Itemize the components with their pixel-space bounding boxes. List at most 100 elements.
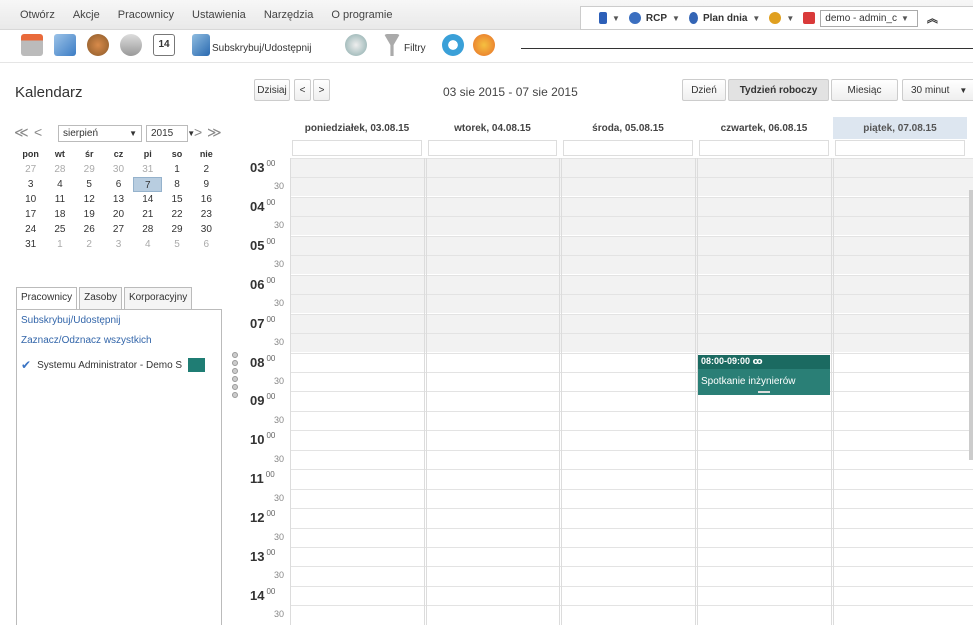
day-cell[interactable]: 7 [133,177,163,192]
time-slot[interactable] [290,391,973,411]
day-cell[interactable]: 4 [133,237,162,252]
time-slot[interactable] [290,216,973,236]
day-cell[interactable]: 12 [75,192,104,207]
day-cell[interactable]: 30 [104,162,133,177]
day-cell[interactable]: 6 [192,237,221,252]
day-cell[interactable]: 3 [104,237,133,252]
day-cell[interactable]: 8 [162,177,191,192]
time-slot[interactable] [290,371,973,391]
day-header[interactable]: czwartek, 06.08.15 [697,117,831,139]
day-cell[interactable]: 27 [104,222,133,237]
collapse-icon[interactable]: ︽ [927,10,938,26]
time-slot[interactable] [290,430,973,450]
day-cell[interactable]: 17 [16,207,45,222]
export-icon[interactable] [473,34,495,56]
time-slot[interactable] [290,547,973,566]
menu-item[interactable]: Akcje [73,9,100,21]
time-slot[interactable] [290,527,973,547]
day-cell[interactable]: 10 [16,192,45,207]
day-cell[interactable]: 14 [133,192,162,207]
users-icon[interactable] [87,34,109,56]
time-slot[interactable] [290,333,973,353]
menu-item[interactable]: Ustawienia [192,9,246,21]
all-day-cell[interactable] [428,140,557,156]
day-cell[interactable]: 4 [45,177,74,192]
filter-icon[interactable] [384,34,400,56]
time-slot[interactable] [290,585,973,605]
view-day-button[interactable]: Dzień [682,79,726,101]
view-month-button[interactable]: Miesiąc [831,79,898,101]
power-icon[interactable] [803,12,816,24]
time-slot[interactable] [290,508,973,528]
all-day-cell[interactable] [563,140,693,156]
next-year-button[interactable]: ≫ [207,124,222,141]
splitter-handle[interactable] [232,352,240,400]
flag-caret[interactable]: ▼ [612,14,620,23]
day-header[interactable]: środa, 05.08.15 [561,117,695,139]
time-slot[interactable] [290,177,973,197]
day-cell[interactable]: 18 [45,207,74,222]
day-cell[interactable]: 31 [16,237,45,252]
day-cell[interactable]: 5 [162,237,191,252]
date-icon[interactable]: 14 [153,34,175,56]
subscribe-link[interactable]: Subskrybuj/Udostępnij [21,315,121,326]
checkmark-icon[interactable]: ✔ [21,358,31,372]
subscribe-button[interactable]: Subskrybuj/Udostępnij [212,43,312,54]
prev-month-button[interactable]: < [34,124,42,140]
day-cell[interactable]: 26 [75,222,104,237]
all-day-cell[interactable] [292,140,422,156]
day-cell[interactable]: 28 [45,162,74,177]
day-cell[interactable]: 13 [104,192,133,207]
time-slot[interactable] [290,158,973,177]
day-cell[interactable]: 11 [45,192,74,207]
next-month-button[interactable]: > [194,124,202,140]
calendar-event[interactable]: 08:00-09:00 ꝏ Spotkanie inżynierów [698,355,830,395]
time-slot[interactable] [290,469,973,489]
edit-calendar-icon[interactable] [54,34,76,56]
time-slot[interactable] [290,235,973,255]
day-cell[interactable]: 20 [104,207,133,222]
resize-grip[interactable] [758,391,770,393]
all-day-cell[interactable] [699,140,829,156]
user-select[interactable]: demo - admin_c ▼ [820,9,918,27]
refresh-icon[interactable] [442,34,464,56]
day-cell[interactable]: 29 [162,222,191,237]
interval-select[interactable]: 30 minut ▼ [902,79,973,101]
rcp-button[interactable]: RCP [646,13,667,24]
day-cell[interactable]: 27 [16,162,45,177]
rcp-caret[interactable]: ▼ [672,14,680,23]
tab-resources[interactable]: Zasoby [79,287,122,309]
scrollbar[interactable] [969,190,973,460]
time-slot[interactable] [290,605,973,625]
view-workweek-button[interactable]: Tydzień roboczy [728,79,829,101]
time-slot[interactable] [290,352,973,372]
day-cell[interactable]: 2 [75,237,104,252]
prev-button[interactable]: < [294,79,311,101]
person-caret[interactable]: ▼ [786,14,794,23]
day-header[interactable]: piątek, 07.08.15 [833,117,967,139]
day-cell[interactable]: 29 [75,162,104,177]
menu-item[interactable]: Pracownicy [118,9,174,21]
time-slot[interactable] [290,196,973,216]
day-cell[interactable]: 30 [192,222,221,237]
flag-icon[interactable] [599,12,607,24]
menu-item[interactable]: O programie [331,9,392,21]
time-slot[interactable] [290,488,973,508]
calendar-icon[interactable] [21,34,43,56]
menu-item[interactable]: Narzędzia [264,9,314,21]
month-select[interactable]: sierpień ▼ [58,125,142,142]
day-header[interactable]: wtorek, 04.08.15 [426,117,559,139]
time-slot[interactable] [290,449,973,469]
subscribe-icon[interactable] [192,34,210,56]
day-cell[interactable]: 31 [133,162,162,177]
day-cell[interactable]: 1 [162,162,191,177]
today-button[interactable]: Dzisiaj [254,79,290,101]
day-cell[interactable]: 23 [192,207,221,222]
day-cell[interactable]: 2 [192,162,221,177]
time-slot[interactable] [290,274,973,294]
plan-button[interactable]: Plan dnia [703,13,747,24]
time-slot[interactable] [290,294,973,314]
day-cell[interactable]: 9 [192,177,221,192]
tab-staff[interactable]: Pracownicy [16,287,78,310]
day-cell[interactable]: 25 [45,222,74,237]
